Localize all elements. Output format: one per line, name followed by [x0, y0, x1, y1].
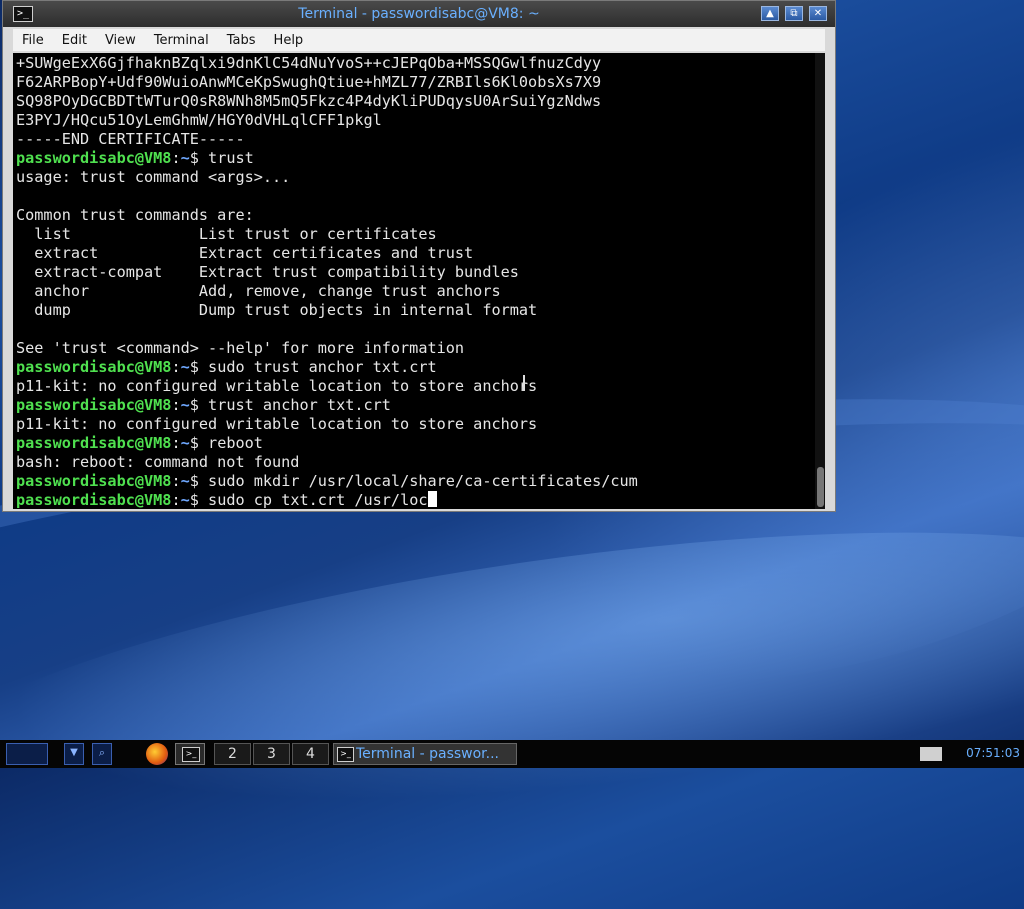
workspace-2[interactable]: 2 — [214, 743, 251, 765]
command-text: $ trust anchor txt.crt — [189, 396, 391, 414]
menu-icon[interactable] — [6, 743, 48, 765]
prompt-separator: : — [171, 358, 181, 376]
output-line: anchor Add, remove, change trust anchors — [16, 282, 501, 300]
output-line: E3PYJ/HQcu51OyLemGhmW/HGY0dVHLqlCFF1pkgl — [16, 111, 382, 129]
output-line: Common trust commands are: — [16, 206, 254, 224]
terminal-output[interactable]: +SUWgeExX6GjfhaknBZqlxi9dnKlC54dNuYvoS++… — [13, 53, 825, 509]
output-line: usage: trust command <args>... — [16, 168, 291, 186]
command-text: $ sudo trust anchor txt.crt — [189, 358, 437, 376]
scrollbar-thumb[interactable] — [817, 467, 824, 507]
workspace-3[interactable]: 3 — [253, 743, 290, 765]
prompt-path: ~ — [180, 396, 190, 414]
desktop-icon[interactable]: ▼ — [64, 743, 84, 765]
prompt-separator: : — [171, 434, 181, 452]
prompt-line: passwordisabc@VM8:~$ trust anchor txt.cr… — [16, 396, 638, 415]
command-text: $ sudo mkdir /usr/local/share/ca-certifi… — [189, 472, 638, 490]
prompt-user: passwordisabc@VM8 — [16, 149, 172, 167]
output-line: p11-kit: no configured writable location… — [16, 415, 538, 433]
output-line: dump Dump trust objects in internal form… — [16, 301, 538, 319]
close-button[interactable]: ✕ — [809, 6, 827, 21]
command-text: $ sudo cp txt.crt /usr/loc — [189, 491, 428, 509]
output-line: extract Extract certificates and trust — [16, 244, 474, 262]
prompt-path: ~ — [180, 472, 190, 490]
search-icon[interactable]: ⌕ — [92, 743, 112, 765]
terminal-window[interactable]: >_ Terminal - passwordisabc@VM8: ~ ▲ ⧉ ✕… — [2, 0, 836, 512]
menu-view[interactable]: View — [96, 33, 145, 48]
output-line: -----END CERTIFICATE----- — [16, 130, 245, 148]
workspace-4[interactable]: 4 — [292, 743, 329, 765]
prompt-user: passwordisabc@VM8 — [16, 396, 172, 414]
prompt-path: ~ — [180, 434, 190, 452]
tray-icon[interactable] — [920, 747, 942, 761]
menu-file[interactable]: File — [13, 33, 53, 48]
terminal-cursor — [427, 491, 437, 507]
prompt-separator: : — [171, 149, 181, 167]
window-title: Terminal - passwordisabc@VM8: ~ — [298, 6, 540, 22]
keep-above-button[interactable]: ▲ — [761, 6, 779, 21]
prompt-path: ~ — [180, 358, 190, 376]
menu-tabs[interactable]: Tabs — [218, 33, 265, 48]
clock: 07:51:03 — [966, 746, 1020, 760]
prompt-separator: : — [171, 396, 181, 414]
taskbar: ▼ ⌕ >_ 2 3 4 >_ Terminal - passwor... 07… — [0, 740, 1024, 768]
prompt-line: passwordisabc@VM8:~$ sudo trust anchor t… — [16, 358, 638, 377]
menu-edit[interactable]: Edit — [53, 33, 96, 48]
terminal-lines: +SUWgeExX6GjfhaknBZqlxi9dnKlC54dNuYvoS++… — [16, 54, 638, 509]
prompt-line: passwordisabc@VM8:~$ sudo cp txt.crt /us… — [16, 491, 638, 509]
command-text: $ trust — [189, 149, 254, 167]
firefox-icon[interactable] — [146, 743, 168, 765]
taskbar-terminal-task[interactable]: >_ Terminal - passwor... — [333, 743, 517, 765]
prompt-user: passwordisabc@VM8 — [16, 491, 172, 509]
prompt-line: passwordisabc@VM8:~$ sudo mkdir /usr/loc… — [16, 472, 638, 491]
output-line: +SUWgeExX6GjfhaknBZqlxi9dnKlC54dNuYvoS++… — [16, 54, 602, 72]
output-line: See 'trust <command> --help' for more in… — [16, 339, 465, 357]
menu-terminal[interactable]: Terminal — [145, 33, 218, 48]
output-line: bash: reboot: command not found — [16, 453, 300, 471]
prompt-separator: : — [171, 472, 181, 490]
prompt-user: passwordisabc@VM8 — [16, 358, 172, 376]
command-text: $ reboot — [189, 434, 263, 452]
output-line: list List trust or certificates — [16, 225, 437, 243]
prompt-line: passwordisabc@VM8:~$ reboot — [16, 434, 638, 453]
prompt-line: passwordisabc@VM8:~$ trust — [16, 149, 638, 168]
task-label: Terminal - passwor... — [356, 746, 500, 762]
prompt-path: ~ — [180, 491, 190, 509]
menu-bar: File Edit View Terminal Tabs Help — [13, 29, 825, 51]
prompt-path: ~ — [180, 149, 190, 167]
maximize-button[interactable]: ⧉ — [785, 6, 803, 21]
prompt-separator: : — [171, 491, 181, 509]
terminal-launcher-icon[interactable]: >_ — [175, 743, 205, 765]
terminal-icon: >_ — [337, 747, 354, 762]
output-line: extract-compat Extract trust compatibili… — [16, 263, 519, 281]
scrollbar[interactable] — [815, 53, 825, 509]
title-bar[interactable]: >_ Terminal - passwordisabc@VM8: ~ ▲ ⧉ ✕ — [3, 1, 835, 27]
output-line: F62ARPBopY+Udf90WuioAnwMCeKpSwughQtiue+h… — [16, 73, 602, 91]
prompt-user: passwordisabc@VM8 — [16, 434, 172, 452]
output-line: p11-kit: no configured writable location… — [16, 377, 538, 395]
text-cursor-icon — [523, 375, 525, 391]
prompt-user: passwordisabc@VM8 — [16, 472, 172, 490]
output-line: SQ98POyDGCBDTtWTurQ0sR8WNh8M5mQ5Fkzc4P4d… — [16, 92, 602, 110]
menu-help[interactable]: Help — [265, 33, 313, 48]
